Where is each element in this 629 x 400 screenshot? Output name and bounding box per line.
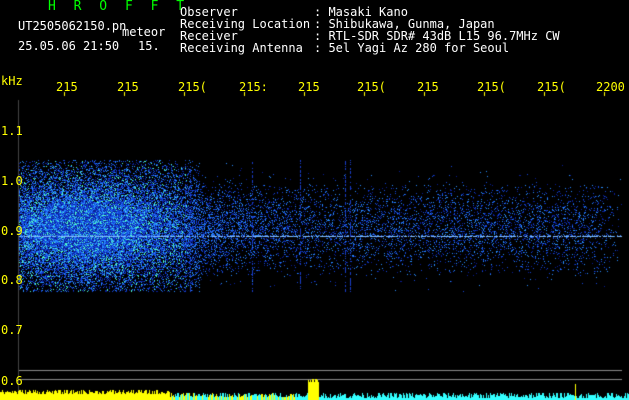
y-tick-0-6: 0.6 (1, 374, 23, 388)
y-tick-1-0: 1.0 (1, 174, 23, 188)
x-tick-1: 215 (56, 80, 78, 94)
x-tick-2: 215 (117, 80, 139, 94)
file-name: UT2505062150.pn (18, 19, 127, 33)
x-tick-6: 215( (357, 80, 386, 94)
x-tick-10: 2200 (596, 80, 625, 94)
x-tick-3: 215( (178, 80, 207, 94)
x-tick-7: 215 (417, 80, 439, 94)
info-label-antenna: Receiving Antenna (180, 41, 303, 55)
info-value-antenna: : 5el Yagi Az 280 for Seoul (314, 41, 510, 55)
spectrogram-canvas (0, 0, 629, 400)
x-tick-8: 215( (477, 80, 506, 94)
x-tick-4: 215: (239, 80, 268, 94)
y-tick-0-7: 0.7 (1, 323, 23, 337)
x-tick-9: 215( (537, 80, 566, 94)
date-time: 25.05.06 21:50 (18, 39, 120, 53)
y-tick-1-1: 1.1 (1, 124, 23, 138)
brand-title: H R O F F T (48, 0, 190, 14)
tag-label: meteor (122, 25, 166, 39)
counter: 15. (138, 39, 160, 53)
y-tick-0-8: 0.8 (1, 273, 23, 287)
x-tick-5: 215 (298, 80, 320, 94)
y-tick-0-9: 0.9 (1, 224, 23, 238)
y-axis-unit: kHz (1, 74, 23, 88)
